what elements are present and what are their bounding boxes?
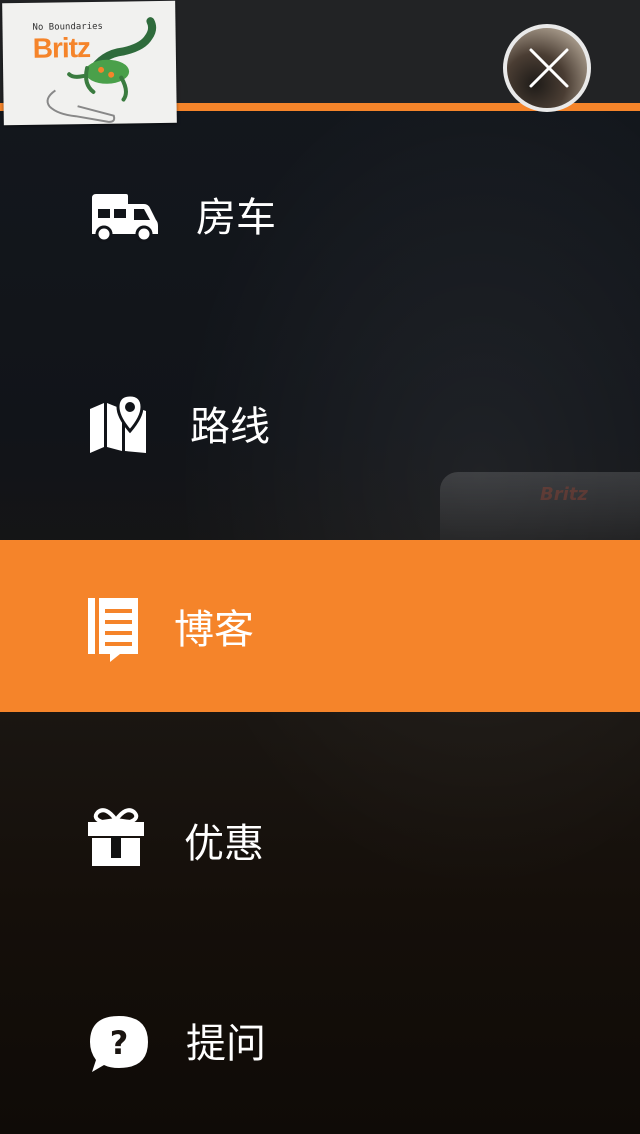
menu-item-routes[interactable]: 路线: [0, 385, 640, 465]
menu-item-label: 优惠: [184, 821, 264, 867]
svg-text:?: ?: [110, 1024, 129, 1062]
gift-icon: [88, 806, 144, 872]
map-pin-icon: [88, 393, 148, 459]
menu-item-blog[interactable]: 博客: [0, 540, 640, 712]
menu-item-label: 提问: [186, 1021, 266, 1067]
close-menu-button[interactable]: [503, 24, 591, 112]
blog-icon: [88, 596, 140, 668]
britz-logo[interactable]: No Boundaries Britz: [2, 0, 177, 126]
menu-item-label: 路线: [190, 404, 270, 450]
background-campervan: Britz: [440, 472, 640, 542]
menu-item-deals[interactable]: 优惠: [0, 800, 640, 880]
menu-item-questions[interactable]: ? 提问: [0, 1008, 640, 1088]
menu-item-label: 博客: [174, 607, 254, 653]
logo-tagline: No Boundaries: [32, 21, 104, 33]
close-icon: [529, 48, 569, 88]
background-van-brand: Britz: [540, 484, 588, 505]
menu-item-campervans[interactable]: 房车: [0, 180, 640, 260]
campervan-icon: [88, 192, 160, 246]
menu-item-label: 房车: [196, 195, 276, 241]
logo-name: Britz: [32, 31, 91, 64]
question-bubble-icon: ?: [88, 1014, 150, 1078]
